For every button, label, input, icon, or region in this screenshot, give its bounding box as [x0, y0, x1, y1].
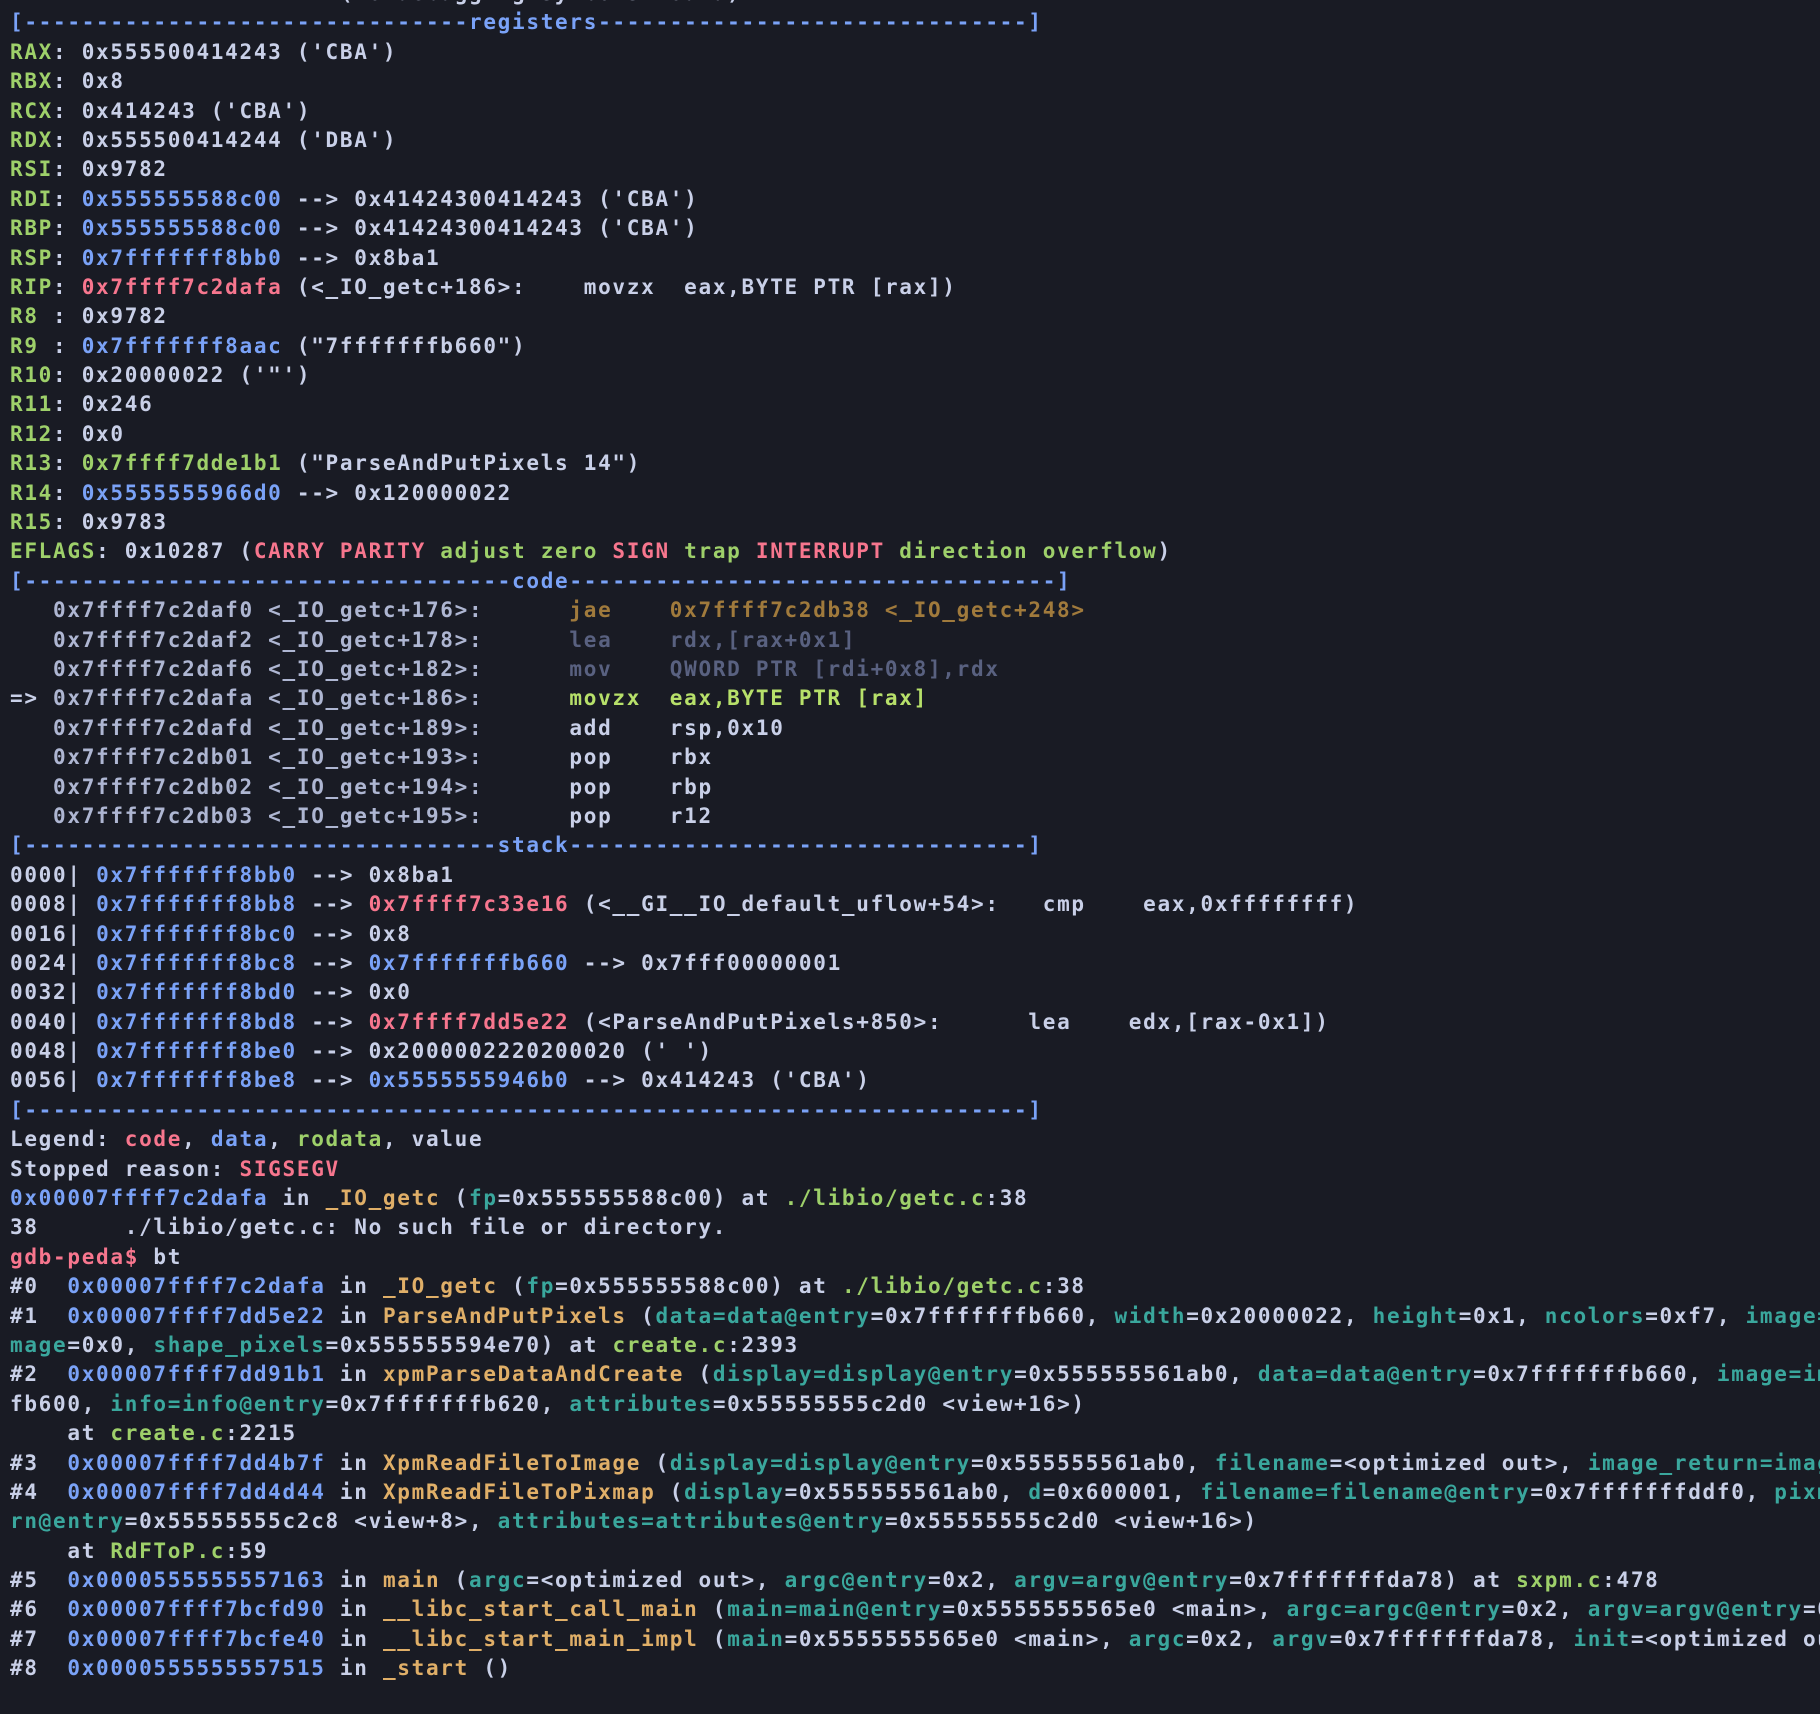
- stack-row-0024: 0024| 0x7fffffff8bc8 --> 0x7fffffffb660 …: [10, 949, 1820, 978]
- backtrace-frame-2-at: at create.c:2215: [10, 1419, 1820, 1448]
- register-rdx: RDX: 0x555500414244 ('DBA'): [10, 126, 1820, 155]
- backtrace-frame-4-at: at RdFToP.c:59: [10, 1537, 1820, 1566]
- clipped-previous-line: (No debugging symbols found): [10, 0, 1820, 8]
- section-header-stack: [---------------------------------stack-…: [10, 831, 1820, 860]
- prompt-line: gdb-peda$ bt: [10, 1243, 1820, 1272]
- register-eflags: EFLAGS: 0x10287 (CARRY PARITY adjust zer…: [10, 537, 1820, 566]
- code-line: 0x7ffff7c2db02 <_IO_getc+194>: pop rbp: [10, 773, 1820, 802]
- code-line: 0x7ffff7c2daf6 <_IO_getc+182>: mov QWORD…: [10, 655, 1820, 684]
- register-r9: R9 : 0x7fffffff8aac ("7fffffffb660"): [10, 332, 1820, 361]
- code-line: 0x7ffff7c2db01 <_IO_getc+193>: pop rbx: [10, 743, 1820, 772]
- register-r11: R11: 0x246: [10, 390, 1820, 419]
- register-rax: RAX: 0x555500414243 ('CBA'): [10, 38, 1820, 67]
- backtrace-frame-6: #6 0x00007ffff7bcfd90 in __libc_start_ca…: [10, 1595, 1820, 1624]
- register-rbp: RBP: 0x555555588c00 --> 0x41424300414243…: [10, 214, 1820, 243]
- terminal-screen: (No debugging symbols found)[-----------…: [0, 0, 1820, 1714]
- code-line: 0x7ffff7c2db03 <_IO_getc+195>: pop r12: [10, 802, 1820, 831]
- backtrace-frame-3: #3 0x00007ffff7dd4b7f in XpmReadFileToIm…: [10, 1449, 1820, 1478]
- section-header-registers: [-------------------------------register…: [10, 8, 1820, 37]
- code-line-current: => 0x7ffff7c2dafa <_IO_getc+186>: movzx …: [10, 684, 1820, 713]
- legend-line: Legend: code, data, rodata, value: [10, 1125, 1820, 1154]
- backtrace-frame-1-wrap: mage=0x0, shape_pixels=0x555555594e70) a…: [10, 1331, 1820, 1360]
- register-r8: R8 : 0x9782: [10, 302, 1820, 331]
- source-missing-line: 38 ./libio/getc.c: No such file or direc…: [10, 1213, 1820, 1242]
- stack-row-0048: 0048| 0x7fffffff8be0 --> 0x2000002220200…: [10, 1037, 1820, 1066]
- stack-row-0008: 0008| 0x7fffffff8bb8 --> 0x7ffff7c33e16 …: [10, 890, 1820, 919]
- terminal-output: (No debugging symbols found)[-----------…: [0, 0, 1820, 1684]
- register-rbx: RBX: 0x8: [10, 67, 1820, 96]
- backtrace-frame-0: #0 0x00007ffff7c2dafa in _IO_getc (fp=0x…: [10, 1272, 1820, 1301]
- section-footer: [---------------------------------------…: [10, 1096, 1820, 1125]
- backtrace-frame-5: #5 0x0000555555557163 in main (argc=<opt…: [10, 1566, 1820, 1595]
- stack-row-0056: 0056| 0x7fffffff8be8 --> 0x5555555946b0 …: [10, 1066, 1820, 1095]
- register-r12: R12: 0x0: [10, 420, 1820, 449]
- register-rsp: RSP: 0x7fffffff8bb0 --> 0x8ba1: [10, 244, 1820, 273]
- stack-row-0000: 0000| 0x7fffffff8bb0 --> 0x8ba1: [10, 861, 1820, 890]
- register-r13: R13: 0x7ffff7dde1b1 ("ParseAndPutPixels …: [10, 449, 1820, 478]
- section-header-code: [----------------------------------code-…: [10, 567, 1820, 596]
- register-rdi: RDI: 0x555555588c00 --> 0x41424300414243…: [10, 185, 1820, 214]
- backtrace-frame-2-wrap: fb600, info=info@entry=0x7fffffffb620, a…: [10, 1390, 1820, 1419]
- register-r15: R15: 0x9783: [10, 508, 1820, 537]
- stack-row-0032: 0032| 0x7fffffff8bd0 --> 0x0: [10, 978, 1820, 1007]
- register-rcx: RCX: 0x414243 ('CBA'): [10, 97, 1820, 126]
- code-line: 0x7ffff7c2dafd <_IO_getc+189>: add rsp,0…: [10, 714, 1820, 743]
- backtrace-frame-8: #8 0x0000555555557515 in _start (): [10, 1654, 1820, 1683]
- backtrace-frame-7: #7 0x00007ffff7bcfe40 in __libc_start_ma…: [10, 1625, 1820, 1654]
- code-line: 0x7ffff7c2daf2 <_IO_getc+178>: lea rdx,[…: [10, 626, 1820, 655]
- stopped-reason-line: Stopped reason: SIGSEGV: [10, 1155, 1820, 1184]
- backtrace-frame-4-wrap: rn@entry=0x55555555c2c8 <view+8>, attrib…: [10, 1507, 1820, 1536]
- register-r10: R10: 0x20000022 ('"'): [10, 361, 1820, 390]
- register-rip: RIP: 0x7ffff7c2dafa (<_IO_getc+186>: mov…: [10, 273, 1820, 302]
- backtrace-frame-1: #1 0x00007ffff7dd5e22 in ParseAndPutPixe…: [10, 1302, 1820, 1331]
- register-r14: R14: 0x5555555966d0 --> 0x120000022: [10, 479, 1820, 508]
- stack-row-0040: 0040| 0x7fffffff8bd8 --> 0x7ffff7dd5e22 …: [10, 1008, 1820, 1037]
- stack-row-0016: 0016| 0x7fffffff8bc0 --> 0x8: [10, 920, 1820, 949]
- crash-location-line: 0x00007ffff7c2dafa in _IO_getc (fp=0x555…: [10, 1184, 1820, 1213]
- code-line: 0x7ffff7c2daf0 <_IO_getc+176>: jae 0x7ff…: [10, 596, 1820, 625]
- backtrace-frame-4: #4 0x00007ffff7dd4d44 in XpmReadFileToPi…: [10, 1478, 1820, 1507]
- backtrace-frame-2: #2 0x00007ffff7dd91b1 in xpmParseDataAnd…: [10, 1360, 1820, 1389]
- register-rsi: RSI: 0x9782: [10, 155, 1820, 184]
